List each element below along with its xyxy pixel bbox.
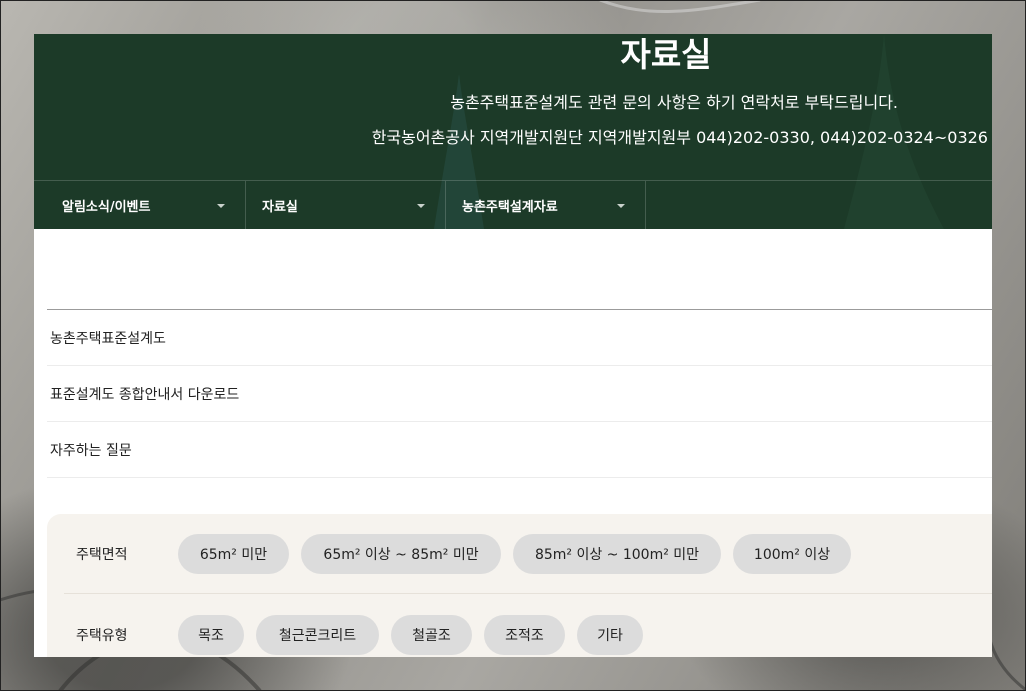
nav-dropdown-design-data[interactable]: 농촌주택설계자료 bbox=[446, 181, 646, 229]
filter-chip-area[interactable]: 65m² 이상 ~ 85m² 미만 bbox=[301, 533, 501, 574]
chevron-down-icon bbox=[617, 203, 625, 208]
page-content: 자료실 농촌주택표준설계도 관련 문의 사항은 하기 연락처로 부탁드립니다. … bbox=[34, 34, 992, 657]
chevron-down-icon bbox=[217, 203, 225, 208]
filter-chip-area[interactable]: 100m² 이상 bbox=[733, 533, 851, 574]
nav-dropdown-label: 농촌주택설계자료 bbox=[462, 200, 558, 215]
filter-chip-type[interactable]: 목조 bbox=[178, 614, 244, 655]
filter-label-area: 주택면적 bbox=[76, 546, 128, 563]
submenu-list: 농촌주택표준설계도 표준설계도 종합안내서 다운로드 자주하는 질문 bbox=[47, 310, 992, 478]
nav-dropdown-label: 알림소식/이벤트 bbox=[62, 200, 151, 215]
filter-row-type: 주택유형 목조 철근콘크리트 철골조 조적조 기타 bbox=[47, 614, 992, 655]
hero-banner: 자료실 농촌주택표준설계도 관련 문의 사항은 하기 연락처로 부탁드립니다. … bbox=[34, 34, 992, 229]
hero-contact: 한국농어촌공사 지역개발지원단 지역개발지원부 044)202-0330, 04… bbox=[371, 128, 988, 147]
menu-item-standard-design[interactable]: 농촌주택표준설계도 bbox=[47, 310, 992, 366]
filter-panel: 주택면적 65m² 미만 65m² 이상 ~ 85m² 미만 85m² 이상 ~… bbox=[47, 514, 992, 657]
filter-chip-area[interactable]: 65m² 미만 bbox=[178, 533, 289, 574]
filter-chip-type[interactable]: 기타 bbox=[577, 614, 643, 655]
filter-chip-type[interactable]: 철골조 bbox=[391, 614, 472, 655]
hero-description: 농촌주택표준설계도 관련 문의 사항은 하기 연락처로 부탁드립니다. bbox=[450, 93, 898, 112]
nav-dropdown-news[interactable]: 알림소식/이벤트 bbox=[34, 181, 246, 229]
menu-item-faq[interactable]: 자주하는 질문 bbox=[47, 422, 992, 478]
breadcrumb-nav: 알림소식/이벤트 자료실 농촌주택설계자료 bbox=[34, 180, 992, 229]
filter-divider bbox=[64, 593, 992, 594]
menu-item-guide-download[interactable]: 표준설계도 종합안내서 다운로드 bbox=[47, 366, 992, 422]
filter-row-area: 주택면적 65m² 미만 65m² 이상 ~ 85m² 미만 85m² 이상 ~… bbox=[47, 533, 992, 574]
filter-label-type: 주택유형 bbox=[76, 627, 128, 644]
page-title: 자료실 bbox=[620, 35, 712, 74]
filter-chip-area[interactable]: 85m² 이상 ~ 100m² 미만 bbox=[513, 533, 721, 574]
nav-dropdown-archive[interactable]: 자료실 bbox=[246, 181, 446, 229]
filter-chip-type[interactable]: 철근콘크리트 bbox=[256, 614, 379, 655]
filter-chip-type[interactable]: 조적조 bbox=[484, 614, 565, 655]
chevron-down-icon bbox=[417, 203, 425, 208]
nav-dropdown-label: 자료실 bbox=[262, 200, 298, 215]
